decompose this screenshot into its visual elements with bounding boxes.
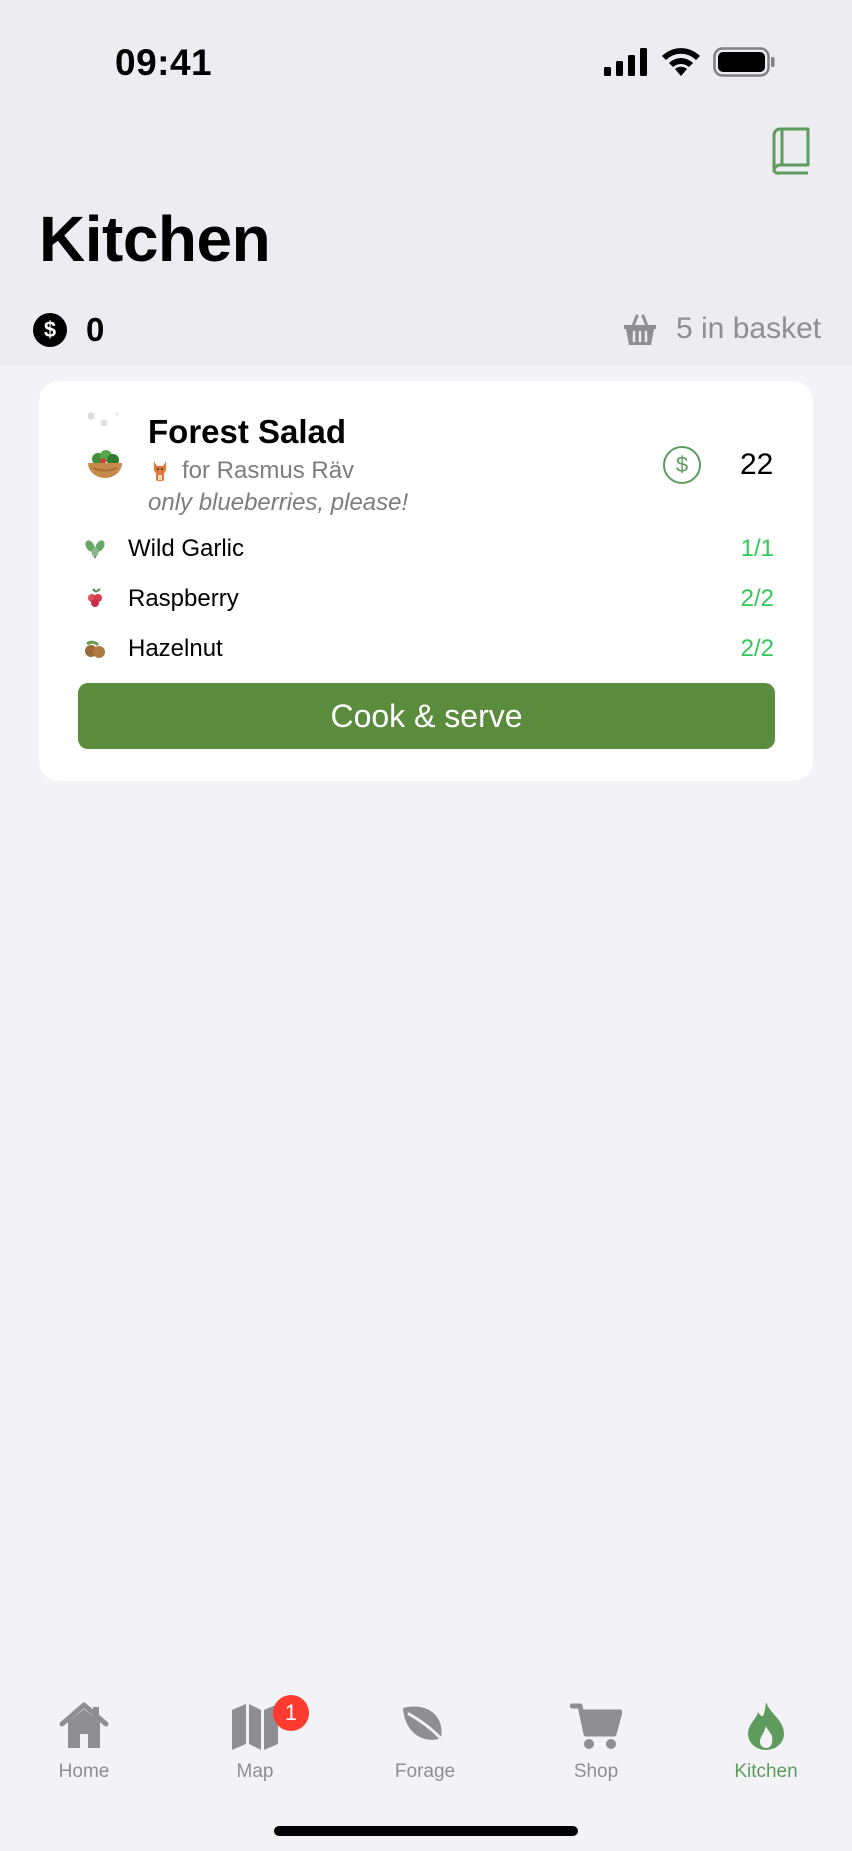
ingredient-name: Hazelnut bbox=[128, 635, 223, 662]
dollar-circle-icon: $ bbox=[663, 446, 701, 484]
home-indicator bbox=[274, 1826, 578, 1836]
ingredient-name: Raspberry bbox=[128, 585, 239, 612]
tab-home[interactable]: Home bbox=[24, 1680, 144, 1790]
raspberry-icon bbox=[88, 588, 102, 607]
leaf-icon bbox=[403, 1706, 451, 1750]
hazelnut-icon bbox=[85, 640, 105, 658]
ingredient-row: Raspberry 2/2 bbox=[84, 582, 774, 616]
tab-label: Home bbox=[58, 1761, 110, 1782]
tab-forage[interactable]: Forage bbox=[365, 1680, 485, 1790]
page-title: Kitchen bbox=[39, 203, 271, 275]
flame-icon bbox=[748, 1702, 784, 1750]
cellular-signal-icon bbox=[604, 48, 647, 76]
tab-label: Forage bbox=[394, 1761, 456, 1782]
customer-note: only blueberries, please! bbox=[148, 489, 409, 516]
ingredient-row: Hazelnut 2/2 bbox=[84, 632, 774, 666]
battery-icon bbox=[713, 47, 775, 77]
status-time: 09:41 bbox=[115, 42, 213, 83]
ingredient-row: Wild Garlic 1/1 bbox=[84, 532, 774, 566]
ingredient-qty: 2/2 bbox=[740, 635, 774, 662]
salad-bowl-icon bbox=[88, 450, 122, 478]
recipe-title: Forest Salad bbox=[148, 413, 347, 450]
ingredient-name: Wild Garlic bbox=[128, 535, 245, 562]
basket-count[interactable]: 5 in basket bbox=[676, 312, 821, 346]
steam-dots-icon bbox=[87, 412, 119, 427]
wifi-icon bbox=[662, 48, 700, 76]
recipe-book-icon[interactable] bbox=[768, 126, 814, 176]
tab-shop[interactable]: Shop bbox=[536, 1680, 656, 1790]
tab-label: Shop bbox=[573, 1761, 619, 1782]
wild-garlic-icon bbox=[85, 540, 105, 558]
ingredient-qty: 1/1 bbox=[740, 535, 774, 562]
cook-and-serve-button[interactable]: Cook & serve bbox=[78, 683, 775, 749]
tab-label: Map bbox=[236, 1761, 274, 1782]
status-bar: 09:41 bbox=[0, 0, 852, 120]
recipe-price: 22 bbox=[740, 448, 774, 481]
ingredient-qty: 2/2 bbox=[740, 585, 774, 612]
customer-line: for Rasmus Räv bbox=[182, 457, 355, 484]
dollar-coin-icon: $ bbox=[33, 313, 67, 347]
tab-kitchen[interactable]: Kitchen bbox=[706, 1680, 826, 1790]
map-notification-badge: 1 bbox=[273, 1695, 309, 1731]
tab-label: Kitchen bbox=[734, 1761, 798, 1782]
basket-icon[interactable] bbox=[622, 312, 658, 348]
coin-balance: 0 bbox=[86, 311, 105, 348]
fox-customer-icon bbox=[154, 461, 166, 481]
house-icon bbox=[59, 1702, 109, 1748]
cart-icon bbox=[570, 1703, 622, 1749]
